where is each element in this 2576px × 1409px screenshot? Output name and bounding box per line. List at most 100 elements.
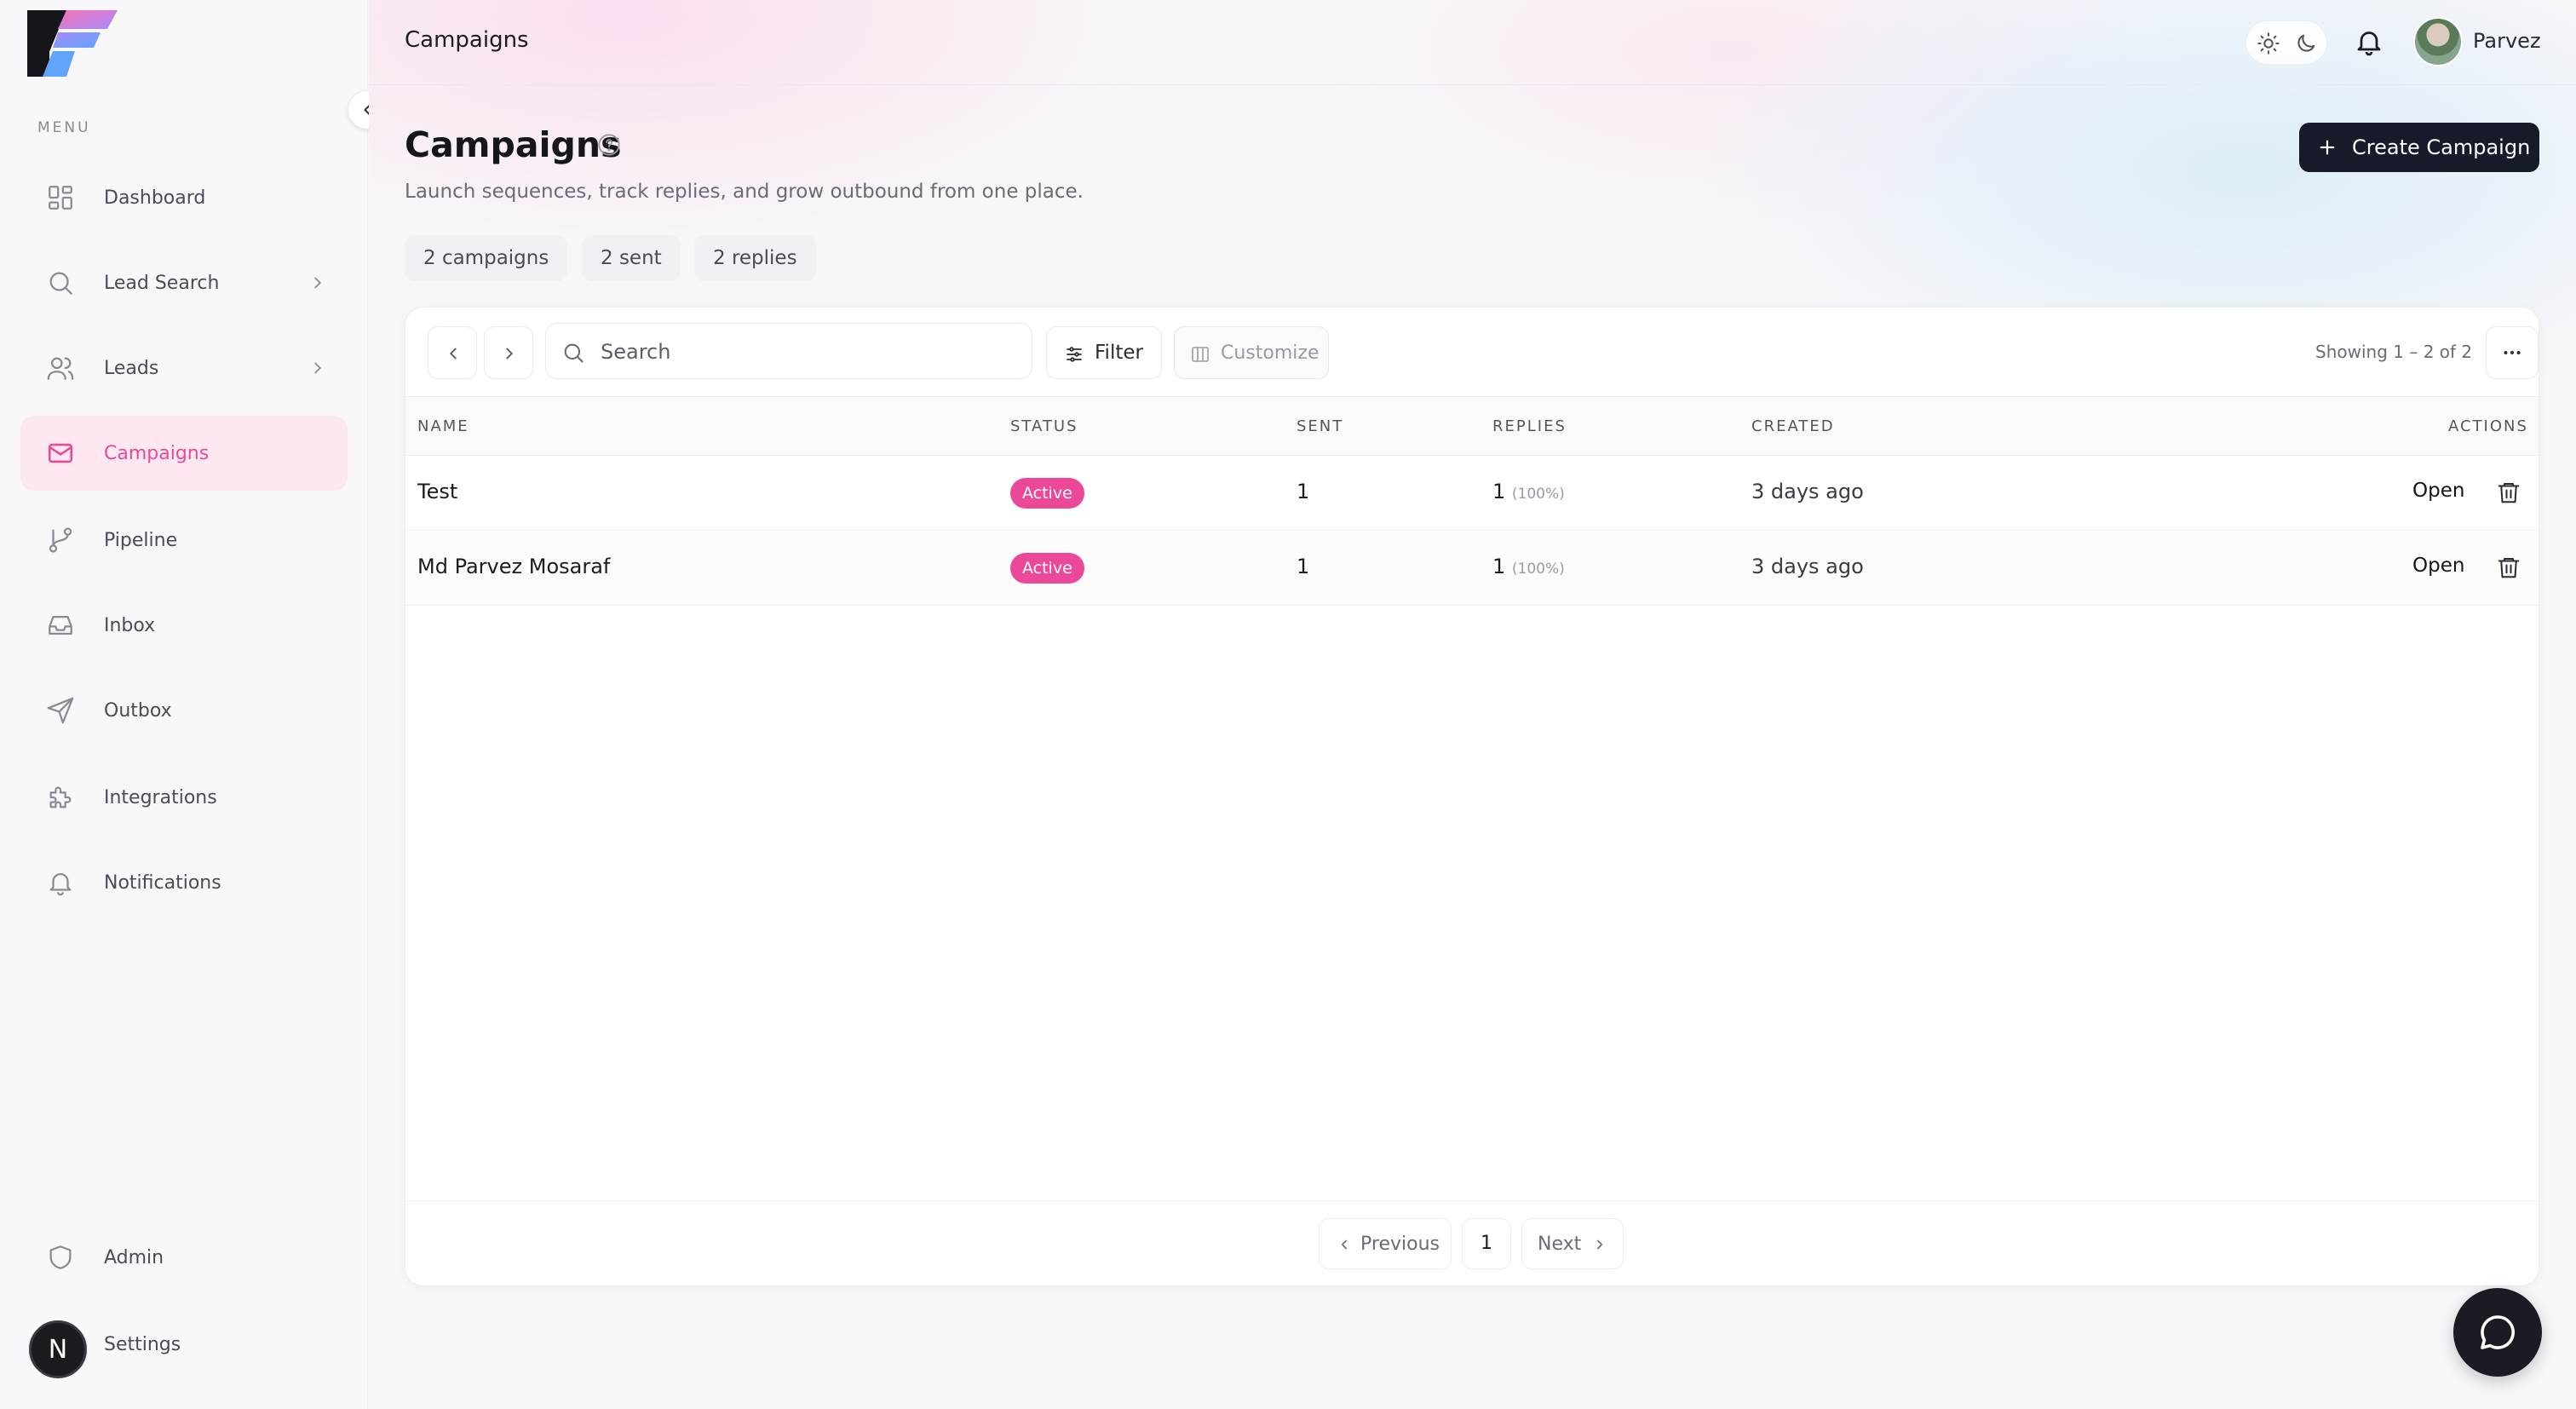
- column-header-name[interactable]: NAME: [417, 417, 469, 435]
- pipeline-icon: [49, 527, 72, 553]
- prev-button[interactable]: [428, 326, 477, 379]
- status-badge: Active: [1010, 478, 1084, 509]
- replies-percent: (100%): [1511, 486, 1565, 503]
- stat-campaigns: 2 campaigns: [405, 235, 568, 281]
- sidebar-item-campaigns[interactable]: Campaigns: [20, 416, 348, 491]
- sidebar-item-label: Integrations: [104, 786, 217, 808]
- menu-label: MENU: [37, 119, 91, 136]
- column-header-status[interactable]: STATUS: [1010, 417, 1078, 435]
- table-row[interactable]: Md Parvez Mosaraf Active 1 1 (100%) 3 da…: [405, 531, 2539, 606]
- previous-label: Previous: [1360, 1234, 1440, 1255]
- user-name[interactable]: Parvez: [2473, 29, 2541, 53]
- puzzle-icon: [49, 786, 72, 808]
- filter-label: Filter: [1095, 342, 1143, 364]
- pagination: Previous 1 Next: [405, 1200, 2539, 1285]
- create-campaign-label: Create Campaign: [2352, 135, 2531, 159]
- column-header-actions: ACTIONS: [2448, 417, 2528, 435]
- open-campaign-link[interactable]: Open: [2412, 480, 2464, 502]
- moon-icon[interactable]: [2294, 32, 2318, 55]
- sidebar-item-admin[interactable]: Admin: [20, 1220, 348, 1295]
- sidebar-item-integrations[interactable]: Integrations: [20, 760, 348, 835]
- topbar: Campaigns Parvez: [369, 0, 2576, 85]
- theme-toggle[interactable]: [2245, 20, 2327, 65]
- more-options-button[interactable]: [2486, 326, 2539, 379]
- sidebar-item-label: Leads: [104, 357, 159, 379]
- sidebar-item-label: Pipeline: [104, 529, 178, 551]
- sidebar-item-pipeline[interactable]: Pipeline: [20, 503, 348, 578]
- notifications-bell-icon[interactable]: [2354, 26, 2384, 58]
- search-box[interactable]: [545, 323, 1032, 379]
- filter-sliders-icon: [1067, 347, 1082, 362]
- sidebar-item-inbox[interactable]: Inbox: [20, 588, 348, 663]
- replies-percent: (100%): [1511, 561, 1565, 578]
- help-icon[interactable]: [597, 133, 621, 157]
- sidebar-item-label: Inbox: [104, 614, 156, 636]
- page-number-button[interactable]: 1: [1462, 1218, 1511, 1269]
- create-campaign-button[interactable]: Create Campaign: [2299, 123, 2539, 172]
- sidebar-item-label: Dashboard: [104, 187, 206, 209]
- chat-button[interactable]: [2453, 1288, 2542, 1377]
- sent-count: 1: [1297, 480, 1310, 503]
- send-icon: [47, 697, 74, 724]
- sidebar-item-label: Campaigns: [104, 442, 210, 464]
- filter-button[interactable]: Filter: [1046, 326, 1162, 379]
- chat-bubble-icon: [2481, 1315, 2515, 1349]
- stat-sent: 2 sent: [582, 235, 681, 281]
- sidebar-item-lead-search[interactable]: Lead Search: [20, 245, 348, 320]
- sidebar-item-label: Lead Search: [104, 272, 220, 294]
- main-content: Campaigns Parvez Campaigns Launch sequen…: [369, 0, 2576, 1409]
- sidebar-item-label: Admin: [104, 1246, 164, 1268]
- replies-cell: 1 (100%): [1492, 555, 1565, 578]
- replies-cell: 1 (100%): [1492, 480, 1565, 503]
- replies-count: 1: [1492, 480, 1506, 503]
- sidebar-item-label: Settings: [104, 1333, 181, 1355]
- sidebar-item-outbox[interactable]: Outbox: [20, 673, 348, 748]
- bell-icon: [49, 873, 72, 896]
- next-label: Next: [1538, 1234, 1582, 1255]
- chevron-right-icon: [314, 362, 322, 374]
- search-icon: [49, 272, 72, 295]
- column-header-sent[interactable]: SENT: [1297, 417, 1343, 435]
- status-badge: Active: [1010, 553, 1084, 584]
- previous-page-button[interactable]: Previous: [1319, 1218, 1452, 1269]
- inbox-icon: [49, 615, 72, 635]
- stat-replies: 2 replies: [694, 235, 816, 281]
- chevron-right-icon: [506, 348, 514, 359]
- users-icon: [47, 357, 74, 380]
- column-header-created[interactable]: CREATED: [1751, 417, 1835, 435]
- more-horizontal-icon: [2504, 351, 2521, 354]
- sidebar-item-notifications[interactable]: Notifications: [20, 845, 348, 920]
- sidebar: MENU Dashboard Lead Search Leads Campaig…: [0, 0, 387, 1409]
- columns-icon: [1192, 347, 1209, 362]
- dashboard-icon: [49, 186, 72, 210]
- created-date: 3 days ago: [1751, 555, 1864, 578]
- sidebar-item-dashboard[interactable]: Dashboard: [20, 160, 348, 235]
- table-row[interactable]: Test Active 1 1 (100%) 3 days ago Open: [405, 456, 2539, 531]
- user-avatar[interactable]: [2413, 17, 2463, 66]
- app-logo[interactable]: [24, 7, 119, 78]
- next-button[interactable]: [484, 326, 533, 379]
- campaign-name[interactable]: Md Parvez Mosaraf: [417, 555, 610, 578]
- customize-label: Customize: [1221, 342, 1320, 364]
- trash-icon[interactable]: [2496, 553, 2521, 582]
- sun-icon[interactable]: [2257, 32, 2280, 55]
- page-title: Campaigns: [405, 124, 622, 165]
- chevron-right-icon: [314, 277, 322, 289]
- plus-icon: [2320, 140, 2335, 155]
- topbar-title: Campaigns: [405, 27, 529, 53]
- mail-icon: [48, 443, 73, 463]
- search-input[interactable]: [601, 332, 1018, 371]
- column-header-replies[interactable]: REPLIES: [1492, 417, 1567, 435]
- workspace-avatar[interactable]: N: [29, 1320, 87, 1378]
- search-icon: [564, 343, 584, 363]
- campaign-name[interactable]: Test: [417, 480, 457, 503]
- customize-button[interactable]: Customize: [1174, 326, 1329, 379]
- created-date: 3 days ago: [1751, 480, 1864, 503]
- next-page-button[interactable]: Next: [1521, 1218, 1624, 1269]
- trash-icon[interactable]: [2496, 478, 2521, 507]
- campaigns-table-card: Filter Customize Showing 1 – 2 of 2 NAME…: [405, 307, 2539, 1286]
- replies-count: 1: [1492, 555, 1506, 578]
- sidebar-item-leads[interactable]: Leads: [20, 331, 348, 405]
- chevron-left-icon: [449, 348, 457, 359]
- open-campaign-link[interactable]: Open: [2412, 555, 2464, 577]
